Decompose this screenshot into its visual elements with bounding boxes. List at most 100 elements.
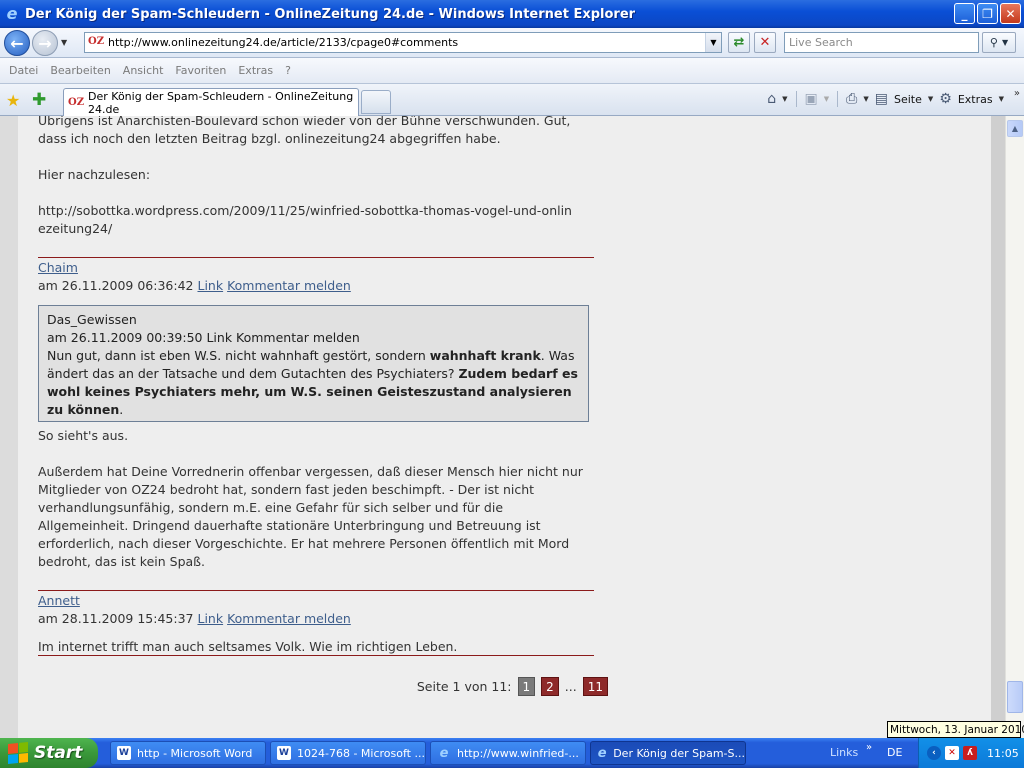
page-button-current[interactable]: 1 xyxy=(517,677,536,696)
report-comment-link[interactable]: Kommentar melden xyxy=(227,278,351,293)
taskbar-button-label: http://www.winfried-... xyxy=(457,746,579,760)
menu-file[interactable]: Datei xyxy=(3,64,44,77)
scrollbar-thumb[interactable] xyxy=(1007,681,1023,713)
comment-date: am 28.11.2009 15:45:37 xyxy=(38,611,194,626)
vertical-scrollbar[interactable]: ▲ xyxy=(1005,116,1024,738)
home-icon[interactable]: ⌂ xyxy=(767,91,776,107)
page-left-margin xyxy=(0,116,18,738)
forward-button[interactable]: → xyxy=(32,30,58,56)
comment-text: Im internet trifft man auch seltsames Vo… xyxy=(38,639,458,654)
address-dropdown-button[interactable]: ▼ xyxy=(705,33,721,52)
feed-dropdown[interactable]: ▼ xyxy=(824,95,829,103)
quote-text: . xyxy=(119,402,124,417)
menu-favorites[interactable]: Favoriten xyxy=(169,64,232,77)
comment-meta: am 28.11.2009 15:45:37 Link Kommentar me… xyxy=(38,610,351,628)
scroll-up-button[interactable]: ▲ xyxy=(1007,120,1023,137)
menu-help[interactable]: ? xyxy=(279,64,297,77)
home-dropdown[interactable]: ▼ xyxy=(782,95,787,103)
page-menu-button[interactable]: Seite xyxy=(894,93,922,106)
minimize-button[interactable]: _ xyxy=(954,3,975,24)
clock[interactable]: 11:05 xyxy=(987,747,1019,760)
comments-section: Übrigens ist Anarchisten-Boulevard schon… xyxy=(18,116,991,738)
search-icon: ⚲ xyxy=(989,36,998,49)
date-tooltip: Mittwoch, 13. Januar 2010 xyxy=(887,721,1024,738)
taskbar-button-word-2[interactable]: W 1024-768 - Microsoft ... xyxy=(270,741,426,765)
gear-icon: ⚙ xyxy=(939,91,952,107)
window-title: Der König der Spam-Schleudern - OnlineZe… xyxy=(25,6,636,22)
links-toolbar[interactable]: Links xyxy=(830,746,858,759)
refresh-icon: ⇄ xyxy=(733,35,745,50)
comment-author-link[interactable]: Annett xyxy=(38,592,80,610)
ie-logo-icon: e xyxy=(597,745,607,761)
taskbar-button-label: 1024-768 - Microsoft ... xyxy=(297,746,425,760)
history-dropdown[interactable]: ▼ xyxy=(61,38,67,47)
word-doc-icon: W xyxy=(117,746,131,760)
pagination-ellipsis: ... xyxy=(564,678,577,694)
back-button[interactable]: ← xyxy=(4,30,30,56)
comment-date: am 26.11.2009 06:36:42 xyxy=(38,278,194,293)
browser-tab-active[interactable]: OZ Der König der Spam-Schleudern - Onlin… xyxy=(63,88,359,116)
tray-acrobat-icon[interactable]: ʎ xyxy=(963,746,977,760)
ie-logo-icon: e xyxy=(6,4,18,23)
quote-bold-text: wahnhaft krank xyxy=(429,348,541,363)
comment-meta: am 26.11.2009 06:36:42 Link Kommentar me… xyxy=(38,277,351,295)
add-favorites-icon[interactable]: ✚ xyxy=(32,90,46,110)
search-button[interactable]: ⚲ ▼ xyxy=(982,32,1016,53)
page-button-last[interactable]: 11 xyxy=(582,677,608,696)
toolbar-chevron-icon[interactable]: » xyxy=(1014,88,1020,99)
close-button[interactable]: ✕ xyxy=(1000,3,1021,24)
taskbar-button-ie[interactable]: e http://www.winfried-... xyxy=(430,741,586,765)
maximize-button[interactable]: ❐ xyxy=(977,3,998,24)
page-dropdown[interactable]: ▼ xyxy=(928,95,933,103)
refresh-button[interactable]: ⇄ xyxy=(728,32,750,53)
rss-feed-icon[interactable]: ▣ xyxy=(805,91,818,107)
word-doc-icon: W xyxy=(277,746,291,760)
page-button[interactable]: 2 xyxy=(541,677,559,696)
favorites-star-icon[interactable]: ★ xyxy=(6,91,20,110)
start-button[interactable]: Start xyxy=(0,738,98,768)
comment-text: Außerdem hat Deine Vorrednerin offenbar … xyxy=(38,464,583,569)
quote-meta: am 26.11.2009 00:39:50 Link Kommentar me… xyxy=(47,330,360,345)
address-bar[interactable]: OZ http://www.onlinezeitung24.de/article… xyxy=(84,32,722,53)
comment-divider xyxy=(38,257,594,258)
comment-text: So sieht's aus. xyxy=(38,428,129,443)
quote-author: Das_Gewissen xyxy=(47,312,137,327)
tray-app-icon[interactable]: ✕ xyxy=(945,746,959,760)
tray-expand-icon[interactable]: ‹ xyxy=(927,746,941,760)
menu-edit[interactable]: Bearbeiten xyxy=(44,64,116,77)
address-toolbar: ← → ▼ OZ http://www.onlinezeitung24.de/a… xyxy=(0,28,1024,58)
quote-text: Nun gut, dann ist eben W.S. nicht wahnha… xyxy=(47,348,430,363)
links-chevron-icon[interactable]: » xyxy=(866,742,872,753)
site-favicon-icon: OZ xyxy=(68,97,85,108)
comment-permalink[interactable]: Link xyxy=(197,278,223,293)
print-icon[interactable]: ⎙ xyxy=(846,91,857,107)
menu-view[interactable]: Ansicht xyxy=(117,64,170,77)
search-options-dropdown[interactable]: ▼ xyxy=(1002,38,1008,47)
pagination: Seite 1 von 11: 1 2 ... 11 xyxy=(417,677,608,696)
windows-flag-icon xyxy=(8,741,28,765)
comment-divider xyxy=(38,590,594,591)
stop-button[interactable]: ✕ xyxy=(754,32,776,53)
quote-body: Nun gut, dann ist eben W.S. nicht wahnha… xyxy=(47,347,580,419)
new-tab-button[interactable] xyxy=(361,90,391,114)
stop-icon: ✕ xyxy=(759,35,771,50)
comment-permalink[interactable]: Link xyxy=(197,611,223,626)
ie-logo-icon: e xyxy=(439,745,449,761)
comment-link-text: http://sobottka.wordpress.com/2009/11/25… xyxy=(38,203,572,236)
comment-text: Übrigens ist Anarchisten-Boulevard schon… xyxy=(38,116,571,146)
language-indicator[interactable]: DE xyxy=(887,746,902,759)
search-input[interactable]: Live Search xyxy=(784,32,979,53)
window-titlebar[interactable]: e Der König der Spam-Schleudern - Online… xyxy=(0,0,1024,28)
page-right-margin xyxy=(991,116,1005,738)
tools-dropdown[interactable]: ▼ xyxy=(999,95,1004,103)
tools-menu-button[interactable]: Extras xyxy=(958,93,993,106)
tab-label: Der König der Spam-Schleudern - OnlineZe… xyxy=(88,89,354,116)
menu-tools[interactable]: Extras xyxy=(232,64,279,77)
print-dropdown[interactable]: ▼ xyxy=(863,95,868,103)
comment-divider xyxy=(38,655,594,656)
taskbar-button-ie-active[interactable]: e Der König der Spam-S... xyxy=(590,741,746,765)
report-comment-link[interactable]: Kommentar melden xyxy=(227,611,351,626)
comment-author-link[interactable]: Chaim xyxy=(38,259,78,277)
taskbar-button-word[interactable]: Whttp - Microsoft Word xyxy=(110,741,266,765)
taskbar-button-label: Der König der Spam-S... xyxy=(613,746,745,760)
